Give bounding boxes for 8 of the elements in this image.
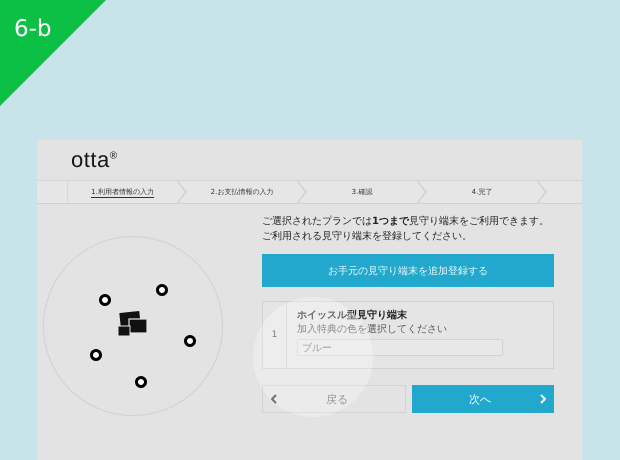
intro-text: ご選択されたプランでは1つまで見守り端末をご利用できます。ご利用される見守り端末を登録してください。 (262, 214, 550, 244)
device-number: 1 (263, 302, 287, 368)
logo: otta$^{®}$ (71, 147, 118, 173)
chevron-left-icon (271, 394, 277, 404)
corner-label: 6-b (14, 16, 52, 42)
device-hint: 加入特典の色を選択してください (297, 322, 448, 336)
device-name: ホイッスル型見守り端末 (297, 308, 408, 322)
chevron-right-icon (540, 394, 546, 404)
